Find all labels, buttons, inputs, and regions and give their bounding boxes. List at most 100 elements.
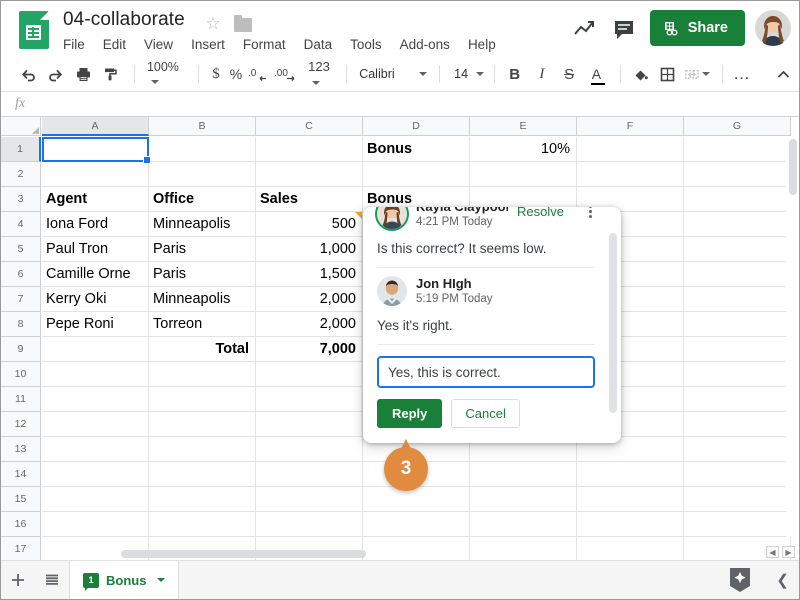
resolve-button[interactable]: Resolve — [508, 207, 573, 224]
add-sheet-icon[interactable] — [1, 561, 35, 600]
print-icon[interactable] — [72, 61, 95, 87]
chevron-down-icon[interactable] — [157, 578, 166, 582]
comment-scroll-thumb[interactable] — [609, 233, 617, 413]
cell-G2[interactable] — [684, 162, 791, 187]
cell-B3[interactable]: Office — [149, 187, 256, 212]
cell-F1[interactable] — [577, 137, 684, 162]
page-title[interactable]: 04-collaborate — [63, 9, 185, 31]
menu-file[interactable]: File — [63, 35, 94, 54]
cell-E2[interactable] — [470, 162, 577, 187]
cell-G1[interactable] — [684, 137, 791, 162]
cell-B2[interactable] — [149, 162, 256, 187]
grid-vertical-scrollbar[interactable] — [786, 137, 799, 537]
cell-E14[interactable] — [470, 462, 577, 487]
fill-color-icon[interactable] — [629, 61, 652, 87]
cell-A11[interactable] — [42, 387, 149, 412]
row-header-10[interactable]: 10 — [1, 362, 41, 387]
cell-C12[interactable] — [256, 412, 363, 437]
cell-C8[interactable]: 2,000 — [256, 312, 363, 337]
strikethrough-button[interactable]: S — [558, 61, 581, 87]
text-color-button[interactable]: A — [585, 61, 608, 87]
menu-insert[interactable]: Insert — [182, 35, 234, 54]
vertical-scroll-thumb[interactable] — [789, 139, 797, 195]
bold-button[interactable]: B — [503, 61, 526, 87]
cell-A10[interactable] — [42, 362, 149, 387]
cell-B1[interactable] — [149, 137, 256, 162]
cell-F16[interactable] — [577, 512, 684, 537]
collapse-toolbar-icon[interactable] — [772, 61, 795, 87]
cell-G3[interactable] — [684, 187, 791, 212]
column-header-b[interactable]: B — [149, 117, 256, 136]
increase-decimal-icon[interactable]: .00 — [273, 61, 299, 87]
row-header-15[interactable]: 15 — [1, 487, 41, 512]
cell-B8[interactable]: Torreon — [149, 312, 256, 337]
cell-C7[interactable]: 2,000 — [256, 287, 363, 312]
cell-A16[interactable] — [42, 512, 149, 537]
redo-icon[interactable] — [44, 61, 67, 87]
row-header-4[interactable]: 4 — [1, 212, 41, 237]
cell-G8[interactable] — [684, 312, 791, 337]
paint-format-icon[interactable] — [99, 61, 122, 87]
cell-C6[interactable]: 1,500 — [256, 262, 363, 287]
row-header-7[interactable]: 7 — [1, 287, 41, 312]
chevron-left-icon[interactable]: ❮ — [776, 571, 789, 589]
cell-G9[interactable] — [684, 337, 791, 362]
row-header-11[interactable]: 11 — [1, 387, 41, 412]
cell-A2[interactable] — [42, 162, 149, 187]
row-header-12[interactable]: 12 — [1, 412, 41, 437]
avatar[interactable] — [755, 10, 791, 46]
cell-C5[interactable]: 1,000 — [256, 237, 363, 262]
folder-icon[interactable] — [234, 15, 252, 32]
cell-G16[interactable] — [684, 512, 791, 537]
row-header-3[interactable]: 3 — [1, 187, 41, 212]
cell-G5[interactable] — [684, 237, 791, 262]
cell-C9[interactable]: 7,000 — [256, 337, 363, 362]
more-options-button[interactable]: … — [730, 61, 753, 87]
cell-B13[interactable] — [149, 437, 256, 462]
cell-A15[interactable] — [42, 487, 149, 512]
cell-G6[interactable] — [684, 262, 791, 287]
merge-cells-icon[interactable] — [684, 61, 710, 87]
cell-A8[interactable]: Pepe Roni — [42, 312, 149, 337]
decrease-decimal-icon[interactable]: .0 — [247, 61, 269, 87]
row-header-9[interactable]: 9 — [1, 337, 41, 362]
row-header-5[interactable]: 5 — [1, 237, 41, 262]
cell-A5[interactable]: Paul Tron — [42, 237, 149, 262]
cell-A4[interactable]: Iona Ford — [42, 212, 149, 237]
cell-A3[interactable]: Agent — [42, 187, 149, 212]
cell-B12[interactable] — [149, 412, 256, 437]
cell-E16[interactable] — [470, 512, 577, 537]
percent-format-button[interactable]: % — [225, 66, 247, 82]
horizontal-scroll-thumb[interactable] — [121, 550, 366, 558]
select-all-corner[interactable] — [1, 117, 41, 136]
reply-input[interactable] — [377, 356, 595, 388]
sheet-tab-bonus[interactable]: 1 Bonus — [69, 560, 180, 599]
cell-C16[interactable] — [256, 512, 363, 537]
column-header-c[interactable]: C — [256, 117, 363, 136]
star-icon[interactable]: ☆ — [204, 15, 222, 33]
cell-A7[interactable]: Kerry Oki — [42, 287, 149, 312]
cell-B16[interactable] — [149, 512, 256, 537]
number-format-button[interactable]: 123 — [303, 59, 338, 89]
cell-A1[interactable] — [42, 137, 149, 162]
cell-D16[interactable] — [363, 512, 470, 537]
menu-help[interactable]: Help — [459, 35, 505, 54]
borders-icon[interactable] — [656, 61, 679, 87]
scroll-right-icon[interactable]: ▶ — [782, 546, 795, 558]
cell-C13[interactable] — [256, 437, 363, 462]
cell-G10[interactable] — [684, 362, 791, 387]
undo-icon[interactable] — [17, 61, 40, 87]
font-family-selector[interactable]: Calibri — [355, 67, 431, 81]
cell-G11[interactable] — [684, 387, 791, 412]
share-button[interactable]: Share — [649, 10, 745, 46]
cell-B10[interactable] — [149, 362, 256, 387]
explore-icon[interactable] — [728, 566, 754, 594]
menu-view[interactable]: View — [135, 35, 182, 54]
row-header-16[interactable]: 16 — [1, 512, 41, 537]
cell-B7[interactable]: Minneapolis — [149, 287, 256, 312]
column-header-g[interactable]: G — [684, 117, 791, 136]
cell-B5[interactable]: Paris — [149, 237, 256, 262]
cancel-button[interactable]: Cancel — [451, 399, 520, 428]
italic-button[interactable]: I — [530, 61, 553, 87]
cell-C2[interactable] — [256, 162, 363, 187]
